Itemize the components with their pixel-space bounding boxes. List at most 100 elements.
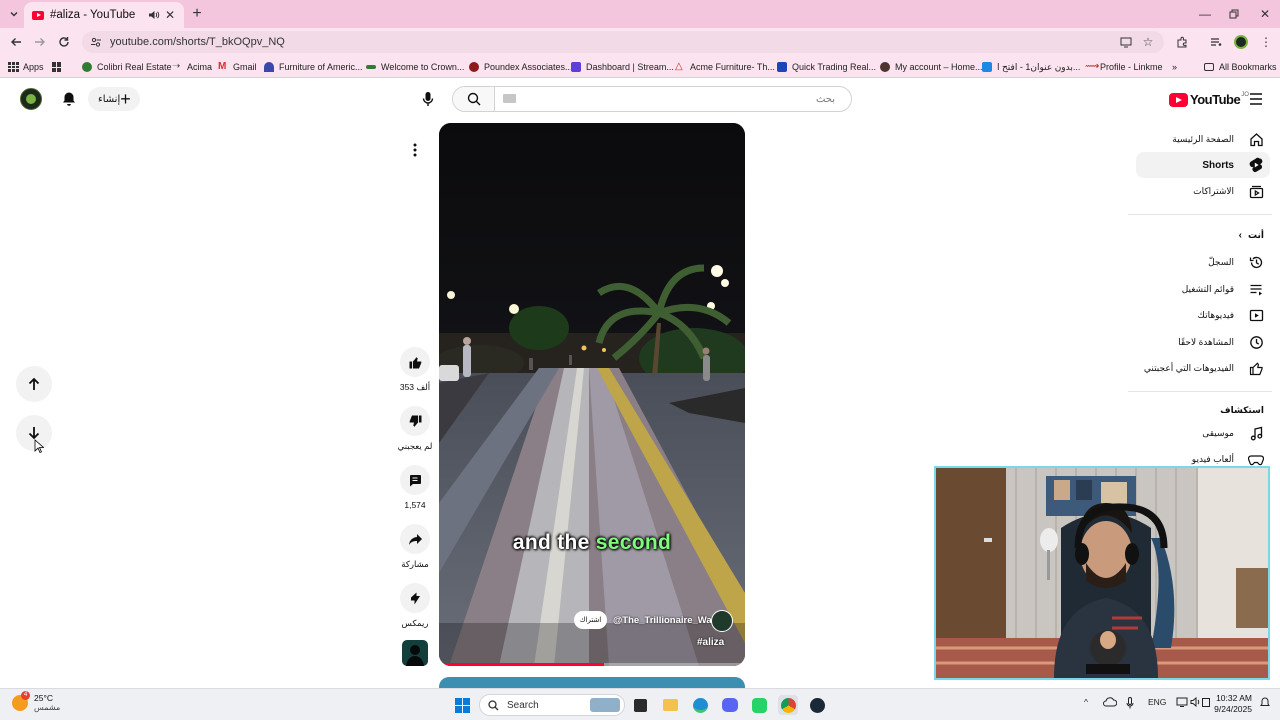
taskbar-search[interactable]: Search [479, 694, 625, 716]
site-info-icon[interactable] [90, 36, 102, 48]
start-button[interactable] [452, 695, 472, 715]
search-input[interactable] [503, 87, 843, 111]
whatsapp-icon[interactable] [749, 695, 769, 715]
channel-handle-link[interactable]: @The_Trillionaire_Way [613, 615, 717, 626]
explore-heading-label: استكشاف [1220, 405, 1264, 415]
network-icon[interactable] [1176, 697, 1188, 707]
more-options-icon[interactable] [402, 137, 428, 163]
sidebar-item-liked-videos[interactable]: الفيديوهات التي أعجبتني [1136, 355, 1270, 381]
sidebar-divider [1128, 391, 1272, 392]
sidebar-item-shorts[interactable]: Shorts [1136, 152, 1270, 178]
task-view-icon[interactable] [630, 695, 650, 715]
like-action: 353 ألف [399, 347, 431, 393]
minimize-window-button[interactable]: — [1190, 4, 1220, 24]
acme-favicon-icon: △ [675, 61, 683, 72]
bookmark-crown[interactable]: Welcome to Crown... [366, 60, 464, 74]
weather-widget[interactable]: 4 25°C مشمس [12, 691, 60, 713]
sidebar-item-your-videos[interactable]: فيديوهاتك [1136, 302, 1270, 328]
search-icon [488, 699, 499, 710]
profile-avatar[interactable] [1233, 34, 1249, 50]
back-button[interactable] [6, 32, 26, 52]
bookmark-furniture-of-america[interactable]: Furniture of Americ... [264, 60, 363, 74]
file-explorer-icon[interactable] [660, 695, 680, 715]
sidebar-item-music[interactable]: موسيقى [1136, 420, 1270, 446]
bookmark-gmail[interactable]: M Gmail [218, 60, 257, 74]
volume-icon[interactable] [1190, 697, 1202, 707]
video-progress-bar[interactable] [439, 663, 745, 666]
notifications-icon[interactable] [1260, 697, 1270, 708]
restore-window-button[interactable] [1219, 4, 1249, 24]
sidebar-item-playlists[interactable]: قوائم التشغيل [1136, 276, 1270, 302]
active-tab[interactable]: #aliza - YouTube ✕ [24, 2, 184, 28]
short-title-hashtag[interactable]: #aliza [697, 637, 724, 648]
bookmark-streamline[interactable]: Dashboard | Stream... [571, 60, 674, 74]
remix-button[interactable] [400, 583, 430, 613]
bookmark-apps[interactable]: Apps [8, 60, 44, 74]
onedrive-icon[interactable] [1103, 697, 1117, 707]
previous-short-button[interactable] [16, 366, 52, 402]
tab-search-button[interactable] [4, 4, 24, 24]
like-button[interactable] [400, 347, 430, 377]
account-avatar[interactable] [20, 88, 42, 110]
address-bar[interactable]: youtube.com/shorts/T_bkOQpv_NQ [82, 31, 1164, 53]
comments-button[interactable] [400, 465, 430, 495]
bookmark-linkme[interactable]: ⟿ Profile - Linkme [1085, 60, 1163, 74]
discord-icon[interactable] [720, 695, 740, 715]
bookmark-star-icon[interactable]: ☆ [1140, 34, 1156, 50]
share-button[interactable] [400, 524, 430, 554]
language-indicator[interactable]: ENG [1148, 697, 1166, 707]
create-button[interactable]: إنشاء + [88, 87, 140, 111]
tab-close-icon[interactable]: ✕ [162, 7, 178, 23]
shorts-video-player[interactable]: and the second اشتراك @The_Trillionaire_… [439, 123, 745, 666]
youtube-logo[interactable]: YouTube JO [1169, 92, 1249, 107]
new-tab-button[interactable]: + [188, 5, 206, 23]
bookmarks-overflow-chevron-icon[interactable]: » [1172, 60, 1177, 74]
sidebar-item-label: الفيديوهات التي أعجبتني [1143, 362, 1234, 373]
folder-icon [1204, 63, 1214, 71]
sidebar-item-watch-later[interactable]: المشاهدة لاحقًا [1136, 329, 1270, 355]
edge-browser-icon[interactable] [690, 695, 710, 715]
guide-menu-icon[interactable] [1248, 92, 1264, 106]
plus-icon: + [120, 89, 131, 109]
battery-icon[interactable] [1202, 697, 1210, 707]
steam-icon[interactable] [807, 695, 827, 715]
tab-audio-icon[interactable] [146, 7, 162, 23]
chrome-icon[interactable] [778, 695, 798, 715]
voice-search-mic-icon[interactable] [418, 89, 438, 109]
sidebar-you-heading[interactable]: ‹ أنت [1239, 230, 1264, 241]
taskbar-clock[interactable]: 10:32 AM 9/24/2025 [1212, 693, 1252, 715]
sidebar-item-home[interactable]: الصفحة الرئيسية [1136, 126, 1270, 152]
arrow-up-icon [28, 377, 40, 390]
extensions-icon[interactable] [1174, 34, 1190, 50]
forward-button[interactable] [30, 32, 50, 52]
reload-button[interactable] [54, 32, 74, 52]
dislike-button[interactable] [400, 406, 430, 436]
comment-count: 1,574 [404, 500, 426, 510]
channel-avatar[interactable] [711, 610, 733, 632]
bookmark-my-account[interactable]: My account – Home... [880, 60, 983, 74]
subscribe-button[interactable]: اشتراك [574, 611, 607, 629]
sidebar-item-history[interactable]: السجلّ [1136, 249, 1270, 275]
install-app-icon[interactable] [1118, 34, 1134, 50]
sidebar-divider [1128, 214, 1272, 215]
bookmark-poundex[interactable]: Poundex Associates... [469, 60, 573, 74]
bookmark-quick-trading[interactable]: Quick Trading Real... [777, 60, 876, 74]
notifications-bell-icon[interactable] [60, 90, 78, 108]
dislike-action: لم يعجبني [398, 406, 432, 452]
bookmark-acima[interactable]: ➝ Acima [172, 60, 212, 74]
sidebar-item-subscriptions[interactable]: الاشتراكات [1136, 178, 1270, 204]
bookmark-untitled-arabic[interactable]: بدون عنوان1 - افتح ا... [982, 60, 1080, 74]
thumbs-down-icon [409, 415, 421, 427]
bookmark-acme[interactable]: △ Acme Furniture- Th... [675, 60, 775, 74]
sound-thumbnail[interactable] [402, 640, 428, 666]
all-bookmarks-folder[interactable]: All Bookmarks [1204, 60, 1277, 74]
browser-menu-icon[interactable]: ⋮ [1258, 34, 1274, 50]
media-controls-icon[interactable] [1208, 34, 1224, 50]
microphone-tray-icon[interactable] [1126, 697, 1134, 709]
sidebar-item-label: Shorts [1202, 159, 1234, 171]
tray-overflow-chevron-icon[interactable]: ^ [1084, 697, 1088, 707]
close-window-button[interactable]: ✕ [1250, 4, 1280, 24]
search-button[interactable] [453, 87, 495, 111]
bookmark-colibri[interactable]: Colibri Real Estate [82, 60, 172, 74]
bookmark-grid-shortcut[interactable] [52, 60, 67, 74]
